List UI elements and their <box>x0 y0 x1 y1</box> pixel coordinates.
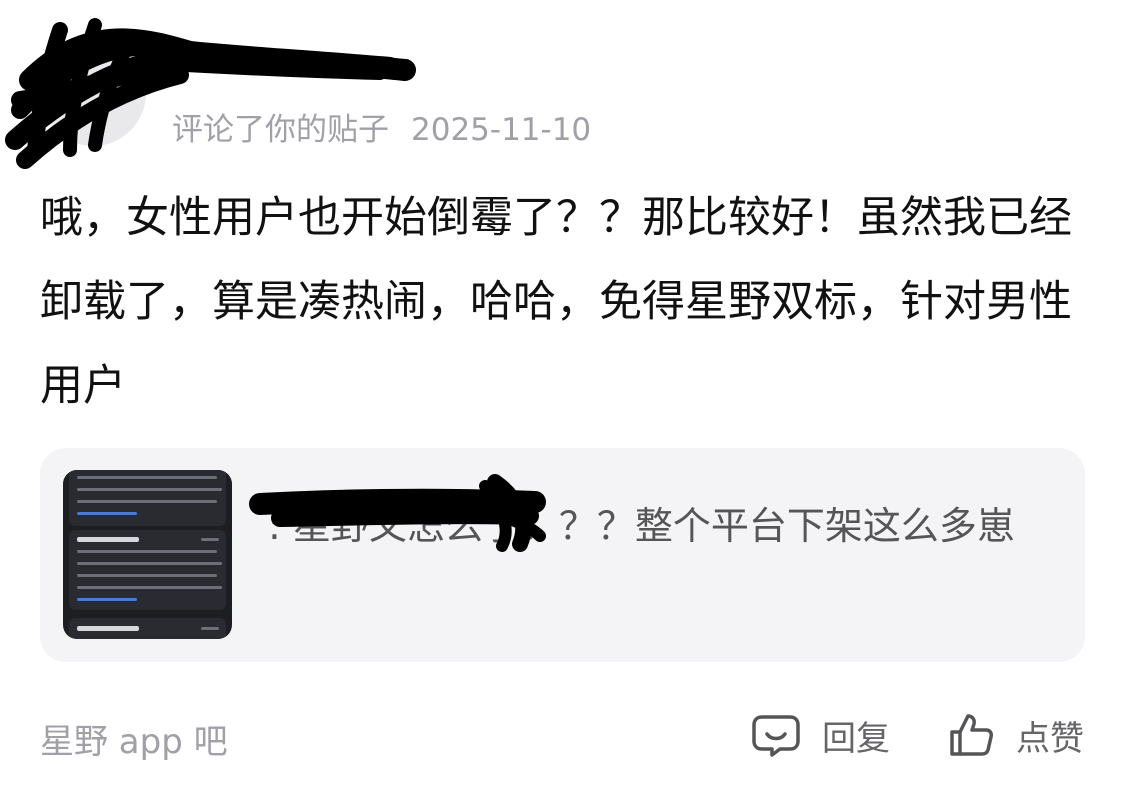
notification-header: 评论了你的贴子 2025-11-10 <box>0 0 1125 170</box>
redaction-scribble <box>5 18 416 169</box>
like-label: 点赞 <box>1016 718 1084 759</box>
thumbs-up-icon <box>950 714 993 756</box>
forum-link[interactable]: 星野 app 吧 <box>40 714 228 763</box>
reply-button[interactable]: 回复 <box>752 710 890 760</box>
comment-text: 哦，女性用户也开始倒霉了？？那比较好！虽然我已经卸载了，算是凑热闹，哈哈，免得星… <box>40 193 1072 411</box>
like-button[interactable]: 点赞 <box>948 710 1084 760</box>
reply-label: 回复 <box>822 718 890 759</box>
comment-bubble-icon <box>752 715 800 757</box>
quoted-post-card[interactable]: : 星野又怎么了？？？整个平台下架这么多崽 <box>40 448 1085 662</box>
post-footer: 星野 app 吧 回复 点赞 <box>0 696 1125 776</box>
redaction-scribble-author <box>249 474 546 552</box>
screenshot-thumbnail-image <box>63 470 232 639</box>
